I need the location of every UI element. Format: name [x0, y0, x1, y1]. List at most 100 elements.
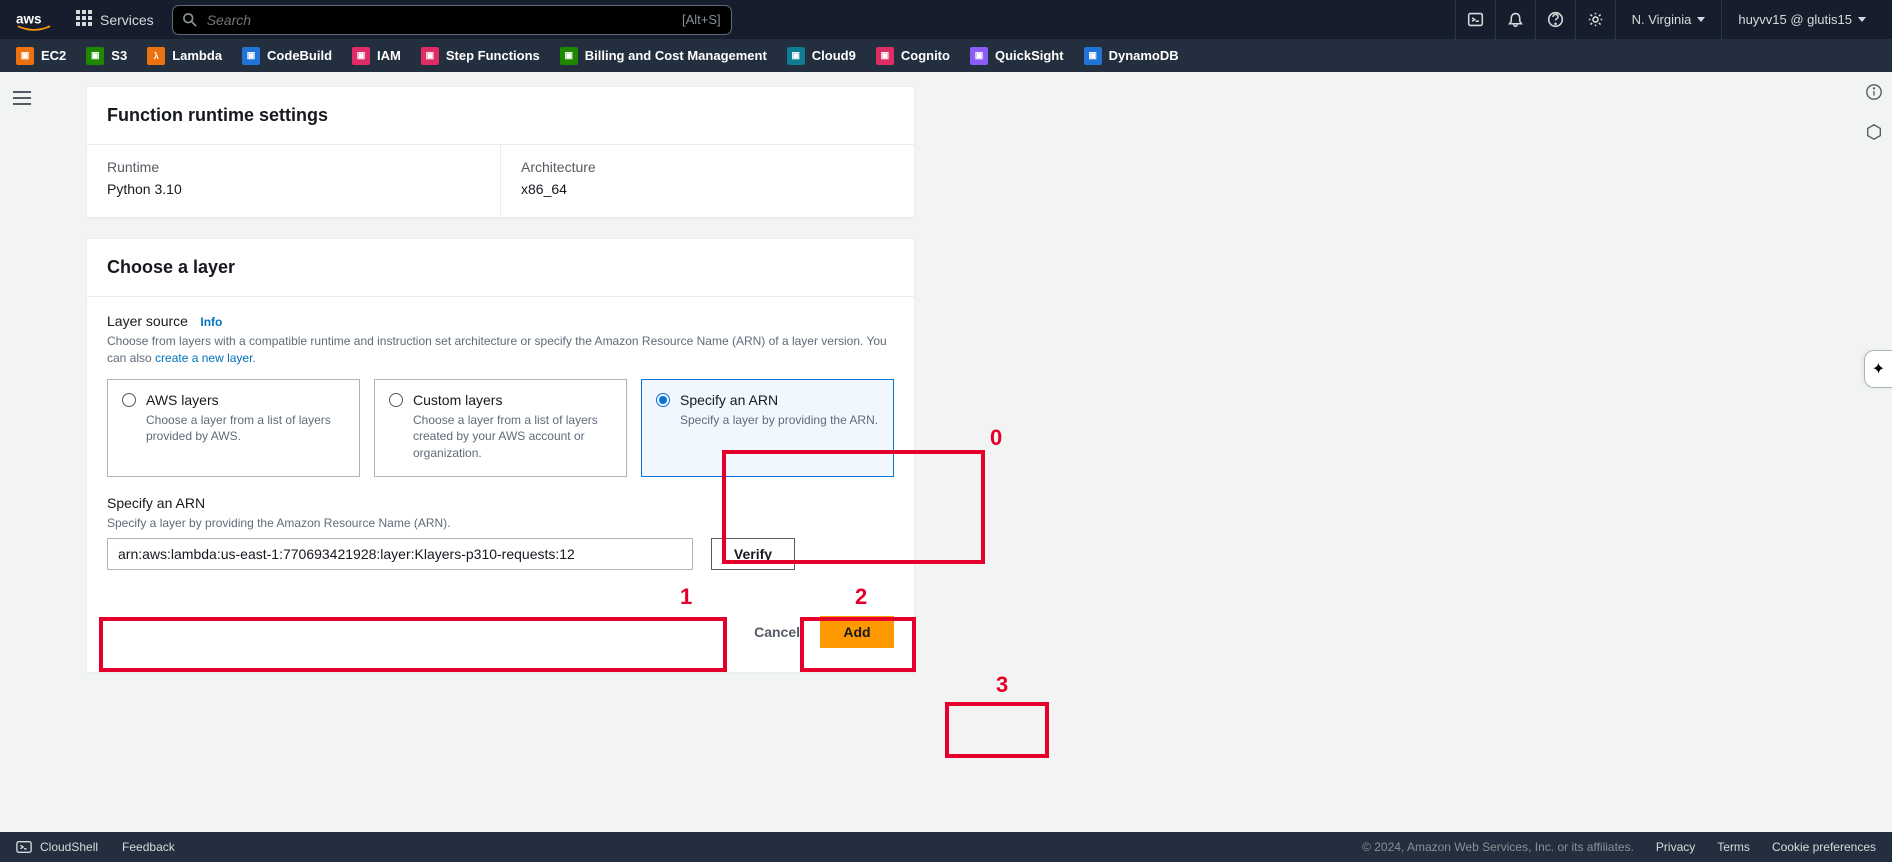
service-label: Billing and Cost Management — [585, 48, 767, 63]
global-search[interactable]: [Alt+S] — [172, 5, 732, 35]
caret-down-icon — [1858, 17, 1866, 22]
billing-icon: ▣ — [560, 47, 578, 65]
service-label: S3 — [111, 48, 127, 63]
right-utility-rail — [1856, 72, 1892, 152]
service-link-cognito[interactable]: ▣ Cognito — [876, 47, 950, 65]
option-desc: Choose a layer from a list of layers cre… — [413, 412, 612, 462]
architecture-label: Architecture — [521, 159, 894, 175]
service-label: EC2 — [41, 48, 66, 63]
service-link-iam[interactable]: ▣IAM — [352, 47, 401, 65]
add-button[interactable]: Add — [820, 616, 894, 648]
layer-source-options: AWS layers Choose a layer from a list of… — [107, 379, 894, 477]
panel-title: Choose a layer — [107, 257, 894, 278]
service-link-stepfunctions[interactable]: ▣ Step Functions — [421, 47, 540, 65]
search-icon — [183, 13, 197, 27]
service-link-quicksight[interactable]: ▣ QuickSight — [970, 47, 1064, 65]
cognito-icon: ▣ — [876, 47, 894, 65]
arn-label: Specify an ARN — [107, 495, 205, 511]
radio-icon — [656, 393, 670, 407]
sidebar-toggle[interactable] — [8, 84, 36, 112]
architecture-value: x86_64 — [521, 181, 894, 197]
arn-input[interactable] — [107, 538, 693, 570]
service-label: IAM — [377, 48, 401, 63]
layer-source-help: Choose from layers with a compatible run… — [107, 333, 894, 367]
service-link-cloud9[interactable]: ▣Cloud9 — [787, 47, 856, 65]
annotation-box-3 — [945, 702, 1049, 758]
option-title: Custom layers — [413, 392, 502, 408]
service-link-lambda[interactable]: λ Lambda — [147, 47, 222, 65]
amazon-q-toggle[interactable]: ✦ — [1864, 350, 1892, 388]
quicksight-icon: ▣ — [970, 47, 988, 65]
cloudshell-button[interactable]: CloudShell — [16, 840, 98, 854]
option-desc: Specify a layer by providing the ARN. — [680, 412, 879, 429]
s3-icon: ▣ — [86, 47, 104, 65]
annotation-label-0: 0 — [990, 425, 1002, 451]
preferences-toggle[interactable] — [1856, 112, 1892, 152]
option-aws-layers[interactable]: AWS layers Choose a layer from a list of… — [107, 379, 360, 477]
cancel-button[interactable]: Cancel — [754, 624, 800, 640]
arn-section: Specify an ARN Specify a layer by provid… — [107, 495, 894, 570]
option-title: AWS layers — [146, 392, 219, 408]
option-custom-layers[interactable]: Custom layers Choose a layer from a list… — [374, 379, 627, 477]
help-text-post: . — [252, 351, 255, 365]
svg-text:aws: aws — [16, 11, 42, 26]
help-icon-button[interactable] — [1535, 0, 1575, 39]
action-row: Cancel Add — [107, 616, 894, 648]
cloudshell-label: CloudShell — [40, 840, 98, 854]
option-title: Specify an ARN — [680, 392, 778, 408]
verify-button[interactable]: Verify — [711, 538, 795, 570]
service-link-codebuild[interactable]: ▣ CodeBuild — [242, 47, 332, 65]
aws-logo: aws — [16, 9, 52, 31]
sparkle-icon: ✦ — [1872, 359, 1885, 379]
service-label: CodeBuild — [267, 48, 332, 63]
terms-link[interactable]: Terms — [1717, 840, 1750, 854]
search-shortcut: [Alt+S] — [682, 12, 721, 27]
services-menu-button[interactable]: Services — [66, 2, 164, 37]
info-link[interactable]: Info — [200, 315, 222, 329]
service-link-billing[interactable]: ▣ Billing and Cost Management — [560, 47, 767, 65]
info-panel-toggle[interactable] — [1856, 72, 1892, 112]
footer: CloudShell Feedback © 2024, Amazon Web S… — [0, 832, 1892, 862]
option-desc: Choose a layer from a list of layers pro… — [146, 412, 345, 446]
choose-layer-panel: Choose a layer Layer source Info Choose … — [86, 238, 915, 673]
service-label: Step Functions — [446, 48, 540, 63]
lambda-icon: λ — [147, 47, 165, 65]
service-link-ec2[interactable]: ▣ EC2 — [16, 47, 66, 65]
service-link-dynamodb[interactable]: ▣DynamoDB — [1084, 47, 1179, 65]
radio-icon — [389, 393, 403, 407]
runtime-label: Runtime — [107, 159, 480, 175]
radio-icon — [122, 393, 136, 407]
region-selector[interactable]: N. Virginia — [1615, 0, 1722, 39]
notifications-icon-button[interactable] — [1495, 0, 1535, 39]
search-input[interactable] — [207, 12, 682, 28]
cloud9-icon: ▣ — [787, 47, 805, 65]
user-label: huyvv15 @ glutis15 — [1738, 12, 1852, 27]
main-content: Function runtime settings Runtime Python… — [50, 72, 915, 673]
service-label: QuickSight — [995, 48, 1064, 63]
feedback-link[interactable]: Feedback — [122, 840, 175, 854]
cloudshell-icon-button[interactable] — [1455, 0, 1495, 39]
region-label: N. Virginia — [1632, 12, 1692, 27]
caret-down-icon — [1697, 17, 1705, 22]
panel-title: Function runtime settings — [107, 105, 894, 126]
runtime-grid: Runtime Python 3.10 Architecture x86_64 — [87, 145, 914, 217]
copyright: © 2024, Amazon Web Services, Inc. or its… — [1362, 840, 1634, 854]
dynamodb-icon: ▣ — [1084, 47, 1102, 65]
codebuild-icon: ▣ — [242, 47, 260, 65]
service-label: Lambda — [172, 48, 222, 63]
stepfunctions-icon: ▣ — [421, 47, 439, 65]
option-specify-arn[interactable]: Specify an ARN Specify a layer by provid… — [641, 379, 894, 477]
cookie-link[interactable]: Cookie preferences — [1772, 840, 1876, 854]
privacy-link[interactable]: Privacy — [1656, 840, 1695, 854]
runtime-value: Python 3.10 — [107, 181, 480, 197]
service-shortcuts-bar: ▣EC2 ▣S3 λLambda ▣CodeBuild ▣IAM ▣Step F… — [0, 39, 1892, 72]
ec2-icon: ▣ — [16, 47, 34, 65]
top-navbar: aws Services [Alt+S] N. Virginia huyvv15… — [0, 0, 1892, 39]
service-label: Cognito — [901, 48, 950, 63]
arn-help: Specify a layer by providing the Amazon … — [107, 515, 894, 532]
annotation-label-3: 3 — [996, 672, 1008, 698]
settings-icon-button[interactable] — [1575, 0, 1615, 39]
account-menu[interactable]: huyvv15 @ glutis15 — [1721, 0, 1882, 39]
service-link-s3[interactable]: ▣ S3 — [86, 47, 127, 65]
create-layer-link[interactable]: create a new layer — [155, 351, 252, 365]
